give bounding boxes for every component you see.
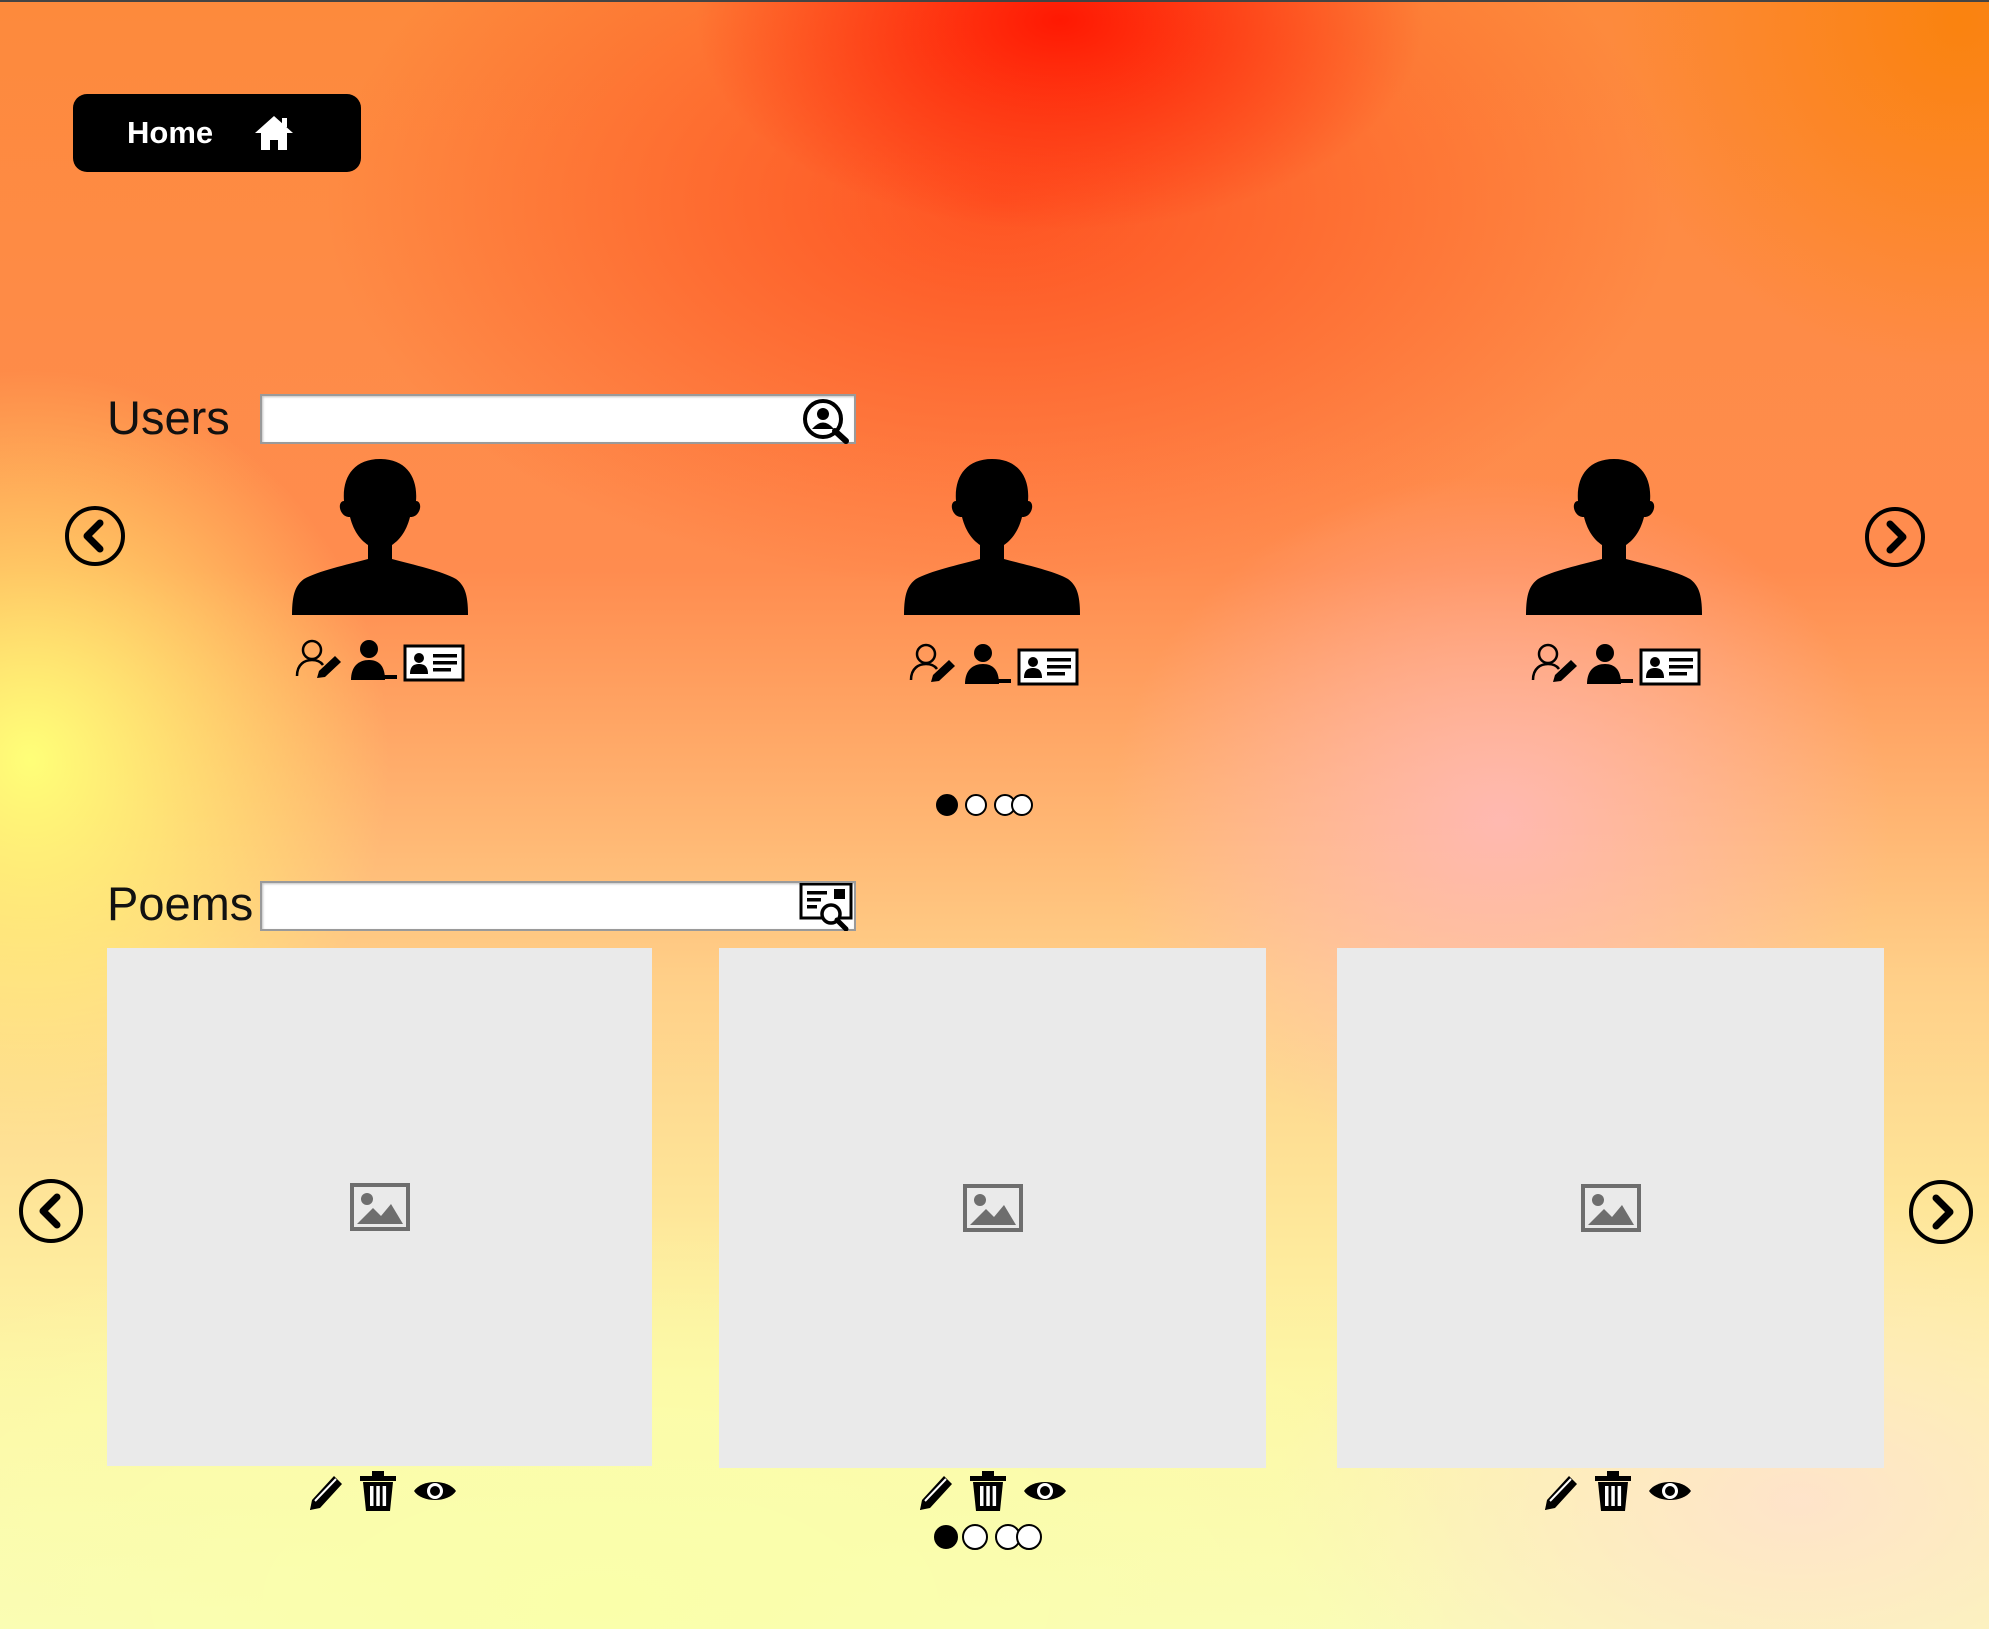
- home-button[interactable]: Home: [73, 94, 361, 172]
- users-prev-button[interactable]: [64, 505, 126, 567]
- poems-search-box: [260, 881, 856, 932]
- view-eye-icon[interactable]: [1647, 1476, 1693, 1511]
- remove-user-icon[interactable]: [349, 638, 399, 687]
- home-icon: [253, 114, 295, 152]
- user-search-icon[interactable]: [798, 396, 854, 444]
- poems-prev-button[interactable]: [18, 1178, 84, 1244]
- user-card-icon[interactable]: [1639, 648, 1701, 691]
- poem-actions: [1541, 1470, 1693, 1517]
- user-avatar[interactable]: [290, 455, 470, 615]
- poem-card[interactable]: [107, 948, 652, 1466]
- page-dot[interactable]: [1016, 1524, 1042, 1550]
- view-eye-icon[interactable]: [412, 1476, 458, 1511]
- chevron-left-icon: [65, 506, 125, 566]
- poems-pagination: [934, 1524, 1049, 1550]
- top-border: [0, 0, 1989, 2]
- user-silhouette-icon: [1526, 459, 1702, 615]
- delete-trash-icon[interactable]: [1593, 1470, 1633, 1517]
- chevron-left-icon: [19, 1179, 83, 1243]
- chevron-right-icon: [1909, 1180, 1973, 1244]
- page-dot[interactable]: [934, 1525, 958, 1549]
- edit-user-icon[interactable]: [295, 638, 345, 687]
- users-search-input[interactable]: [262, 396, 802, 442]
- image-placeholder-icon: [1580, 1184, 1641, 1232]
- poem-actions: [306, 1470, 458, 1517]
- delete-trash-icon[interactable]: [968, 1470, 1008, 1517]
- page-dot[interactable]: [936, 794, 958, 816]
- poems-search-input[interactable]: [262, 883, 802, 929]
- image-placeholder-icon: [349, 1183, 410, 1231]
- users-next-button[interactable]: [1864, 506, 1926, 568]
- user-actions: [295, 638, 465, 687]
- edit-pencil-icon[interactable]: [1541, 1470, 1579, 1517]
- document-search-icon[interactable]: [798, 882, 854, 932]
- delete-trash-icon[interactable]: [358, 1470, 398, 1517]
- page-dot[interactable]: [962, 1524, 988, 1550]
- user-avatar[interactable]: [902, 455, 1082, 615]
- remove-user-icon[interactable]: [1585, 642, 1635, 691]
- user-silhouette-icon: [292, 459, 468, 615]
- edit-user-icon[interactable]: [1531, 642, 1581, 691]
- page-dot[interactable]: [1011, 794, 1033, 816]
- page-dot[interactable]: [965, 794, 987, 816]
- edit-user-icon[interactable]: [909, 642, 959, 691]
- users-section-title: Users: [107, 391, 230, 444]
- user-actions: [909, 642, 1079, 691]
- poems-section-title: Poems: [107, 877, 254, 930]
- poems-next-button[interactable]: [1908, 1179, 1974, 1245]
- home-label: Home: [127, 115, 214, 150]
- user-silhouette-icon: [904, 459, 1080, 615]
- remove-user-icon[interactable]: [963, 642, 1013, 691]
- users-pagination: [936, 794, 1040, 816]
- user-card-icon[interactable]: [403, 644, 465, 687]
- image-placeholder-icon: [962, 1184, 1023, 1232]
- user-card-icon[interactable]: [1017, 648, 1079, 691]
- user-avatar[interactable]: [1524, 455, 1704, 615]
- poem-actions: [916, 1470, 1068, 1517]
- poem-card[interactable]: [1337, 948, 1884, 1468]
- edit-pencil-icon[interactable]: [306, 1470, 344, 1517]
- poem-card[interactable]: [719, 948, 1266, 1468]
- user-actions: [1531, 642, 1701, 691]
- edit-pencil-icon[interactable]: [916, 1470, 954, 1517]
- chevron-right-icon: [1865, 507, 1925, 567]
- view-eye-icon[interactable]: [1022, 1476, 1068, 1511]
- users-search-box: [260, 394, 856, 444]
